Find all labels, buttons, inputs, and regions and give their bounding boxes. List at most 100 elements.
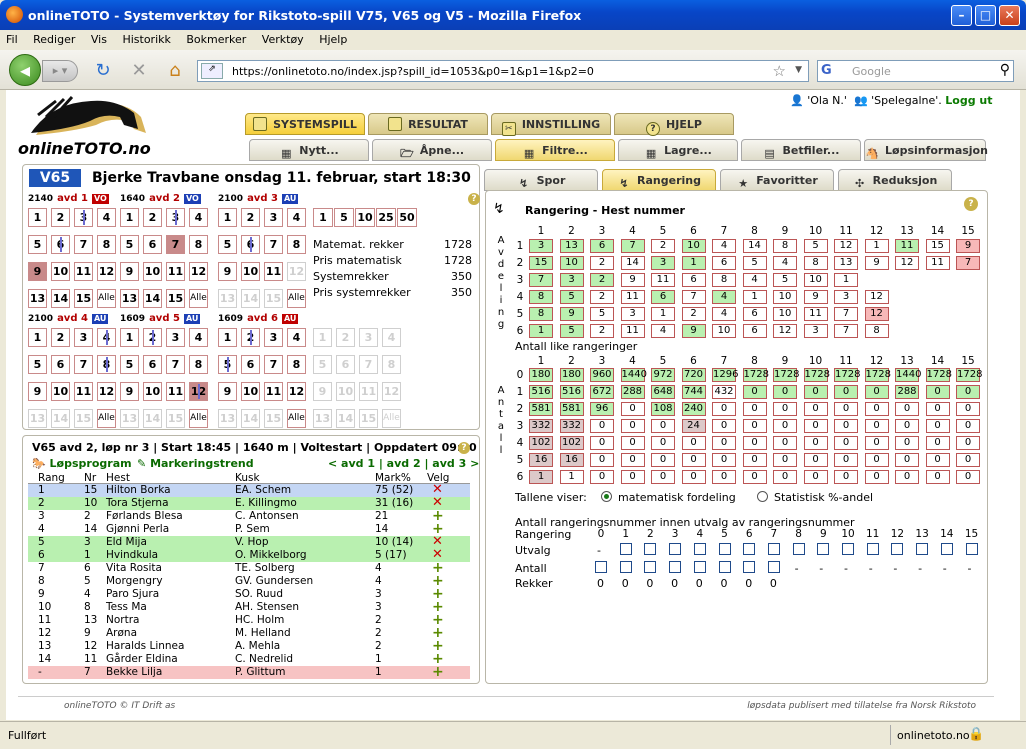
horse-cell[interactable]: 15	[74, 289, 93, 308]
horse-cell[interactable]: 2	[241, 208, 260, 227]
horse-cell[interactable]: 13	[218, 289, 237, 308]
bet-amount-cell[interactable]: 1	[313, 208, 333, 227]
rank-cell[interactable]: 4	[742, 273, 767, 287]
horse-cell[interactable]: 11	[166, 382, 185, 401]
horse-cell[interactable]: 6	[143, 355, 162, 374]
horse-cell[interactable]: 9	[120, 262, 139, 281]
horse-cell[interactable]: 9	[28, 382, 47, 401]
rank-cell[interactable]: 11	[925, 256, 950, 270]
rtab-rangering[interactable]: ↯ Rangering	[602, 169, 716, 191]
race-help-icon[interactable]: ?	[458, 442, 470, 454]
horse-cell[interactable]: 1	[218, 208, 237, 227]
rank-cell[interactable]: 8	[712, 273, 736, 287]
horse-cell[interactable]: 10	[51, 262, 70, 281]
rank-cell[interactable]: 7	[834, 324, 858, 338]
rank-cell[interactable]: 11	[651, 273, 675, 287]
utvalg-checkbox[interactable]	[644, 543, 657, 555]
rank-cell[interactable]: 10	[803, 273, 828, 287]
rank-cell[interactable]: 1	[834, 273, 858, 287]
rank-cell[interactable]: 5	[742, 256, 767, 270]
avd-name[interactable]: avd 2	[149, 193, 180, 204]
antall-checkbox[interactable]	[718, 561, 731, 573]
rank-cell[interactable]: 12	[864, 307, 889, 321]
menu-rediger[interactable]: Rediger	[27, 30, 81, 46]
avd-name[interactable]: avd 5	[149, 313, 180, 324]
horse-cell[interactable]: 6	[241, 235, 260, 254]
horse-cell[interactable]: 11	[166, 262, 185, 281]
horse-cell[interactable]: 4	[97, 328, 116, 347]
utvalg-checkbox[interactable]	[767, 543, 780, 555]
rank-cell[interactable]: 3	[834, 290, 858, 304]
avd-name[interactable]: avd 6	[247, 313, 278, 324]
rank-cell[interactable]: 1	[742, 290, 767, 304]
horse-cell[interactable]: 3	[74, 208, 93, 227]
rank-cell[interactable]: 6	[742, 324, 767, 338]
rank-cell[interactable]: 5	[559, 324, 584, 338]
rank-cell[interactable]: 2	[681, 307, 706, 321]
minimize-button[interactable]: –	[951, 5, 972, 26]
horse-cell[interactable]: 1	[28, 328, 47, 347]
maximize-button[interactable]: □	[975, 5, 996, 26]
rank-cell[interactable]: 9	[681, 324, 706, 338]
horse-cell[interactable]: 1	[218, 328, 237, 347]
subtab-lopsinformasjon[interactable]: 🐴 Løpsinformasjon	[864, 139, 988, 161]
horse-cell[interactable]: 7	[166, 235, 185, 254]
horse-cell[interactable]: 15	[166, 289, 185, 308]
utvalg-checkbox[interactable]	[965, 543, 978, 555]
horse-cell[interactable]: 12	[189, 382, 208, 401]
search-bar[interactable]: G Google ⚲	[817, 60, 1014, 82]
bet-amount-cell[interactable]: 10	[355, 208, 375, 227]
horse-cell[interactable]: 13	[120, 289, 139, 308]
horse-cell[interactable]: 12	[189, 262, 208, 281]
rank-cell[interactable]: 10	[712, 324, 736, 338]
horse-cell[interactable]: 13	[28, 289, 47, 308]
horse-cell[interactable]: 7	[264, 235, 283, 254]
horse-cell[interactable]: 10	[241, 262, 260, 281]
horse-cell[interactable]: 2	[143, 208, 162, 227]
horse-cell[interactable]: 2	[241, 328, 260, 347]
horse-cell[interactable]: 3	[166, 208, 185, 227]
rank-cell[interactable]: 4	[712, 307, 736, 321]
radio-matematisk[interactable]	[601, 491, 612, 502]
rank-cell[interactable]: 4	[773, 256, 797, 270]
utvalg-checkbox[interactable]	[619, 543, 632, 555]
rank-cell[interactable]: 3	[559, 273, 584, 287]
horse-cell[interactable]: 9	[218, 382, 237, 401]
home-icon[interactable]: ⌂	[164, 60, 186, 82]
rank-cell[interactable]: 4	[712, 239, 736, 253]
avd-name[interactable]: avd 3	[247, 193, 278, 204]
subtab-nytt[interactable]: ▦ Nytt...	[249, 139, 369, 161]
horse-cell[interactable]: 6	[143, 235, 162, 254]
antall-checkbox[interactable]	[693, 561, 706, 573]
rank-cell[interactable]: 3	[529, 239, 553, 253]
horse-cell[interactable]: 5	[120, 355, 139, 374]
menu-verktoy[interactable]: Verktøy	[256, 30, 310, 46]
horse-cell[interactable]: Alle	[97, 409, 116, 428]
tab-hjelp[interactable]: ? HJELP	[614, 113, 734, 136]
horse-cell[interactable]: 13	[28, 409, 47, 428]
rank-cell[interactable]: 10	[773, 307, 797, 321]
horse-cell[interactable]: 11	[74, 262, 93, 281]
rank-cell[interactable]: 1	[651, 307, 675, 321]
utvalg-checkbox[interactable]	[842, 543, 854, 555]
subtab-lagre[interactable]: ▦ Lagre...	[618, 139, 738, 161]
rank-cell[interactable]: 7	[681, 290, 706, 304]
horse-cell[interactable]: Alle	[189, 289, 208, 308]
horse-cell[interactable]: 4	[287, 208, 306, 227]
back-button[interactable]: ◂	[9, 54, 41, 86]
rank-cell[interactable]: 12	[834, 239, 858, 253]
horse-cell[interactable]: 14	[241, 289, 260, 308]
rank-cell[interactable]: 7	[529, 273, 553, 287]
rank-cell[interactable]: 13	[559, 239, 584, 253]
subtab-apne[interactable]: 🗁 Åpne...	[372, 139, 492, 161]
horse-cell[interactable]: 12	[97, 262, 116, 281]
rank-cell[interactable]: 12	[895, 256, 919, 270]
horse-cell[interactable]: 8	[97, 235, 116, 254]
rtab-favoritter[interactable]: ★ Favoritter	[720, 169, 834, 191]
horse-cell[interactable]: 4	[189, 328, 208, 347]
rank-cell[interactable]: 5	[590, 307, 614, 321]
horse-cell[interactable]: 6	[51, 355, 70, 374]
markeringstrend-link[interactable]: ✎ Markeringstrend	[137, 457, 254, 470]
utvalg-checkbox[interactable]	[792, 543, 805, 555]
rank-cell[interactable]: 10	[681, 239, 706, 253]
